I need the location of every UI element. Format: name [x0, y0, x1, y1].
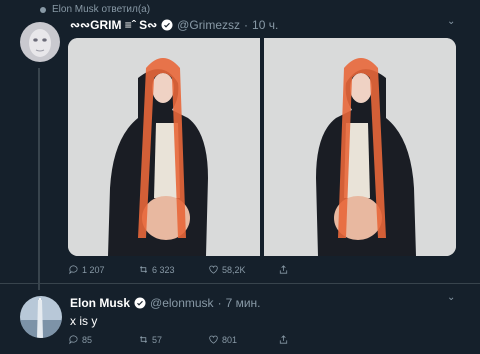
- tweet-time[interactable]: 10 ч.: [252, 18, 278, 32]
- avatar-grimes[interactable]: [20, 22, 60, 62]
- like-count: 801: [222, 334, 238, 345]
- reply-dot-icon: [40, 6, 46, 13]
- tweet-time[interactable]: 7 мин.: [226, 296, 261, 310]
- share-icon: [279, 265, 288, 274]
- reply-button[interactable]: 1 207: [68, 264, 138, 275]
- retweet-icon: [139, 266, 148, 273]
- separator: ·: [244, 18, 249, 32]
- thread-line: [38, 68, 40, 290]
- tweet1-actions: 1 207 6 323 58,2K: [68, 264, 348, 275]
- like-icon: [209, 265, 218, 274]
- like-button[interactable]: 801: [208, 334, 278, 345]
- avatar-elon[interactable]: [20, 296, 62, 338]
- reply-count: 1 207: [82, 264, 105, 275]
- reply-notice: Elon Musk ответил(а): [40, 4, 150, 15]
- reply-button[interactable]: 85: [68, 334, 138, 345]
- author-handle[interactable]: @elonmusk: [150, 296, 214, 310]
- tweet2-header: Elon Musk @elonmusk · 7 мин.: [70, 296, 260, 310]
- tweet1-header: ∾∾GRIM ≡ˆ S∾ @Grimezsz · 10 ч.: [70, 18, 278, 32]
- retweet-button[interactable]: 57: [138, 334, 208, 345]
- author-name[interactable]: Elon Musk: [70, 296, 130, 310]
- share-icon: [279, 335, 288, 344]
- separator: ·: [217, 296, 222, 310]
- photo-left[interactable]: [68, 38, 260, 256]
- verified-icon: [161, 19, 173, 31]
- share-button[interactable]: [278, 334, 348, 345]
- like-count: 58,2K: [222, 264, 246, 275]
- reply-count: 85: [82, 334, 93, 345]
- share-button[interactable]: [278, 264, 348, 275]
- author-handle[interactable]: @Grimezsz: [177, 18, 240, 32]
- author-name[interactable]: ∾∾GRIM ≡ˆ S∾: [70, 18, 157, 32]
- tweet2-actions: 85 57 801: [68, 334, 348, 345]
- reply-icon: [69, 265, 78, 275]
- like-icon: [209, 335, 218, 344]
- retweet-count: 6 323: [152, 264, 175, 275]
- photo-right[interactable]: [264, 38, 456, 256]
- verified-icon: [134, 297, 146, 309]
- retweet-count: 57: [152, 334, 163, 345]
- tweet1-media[interactable]: [68, 38, 456, 256]
- tweet-divider: [0, 283, 480, 284]
- retweet-button[interactable]: 6 323: [138, 264, 208, 275]
- chevron-down-icon[interactable]: ⌄: [447, 16, 455, 27]
- retweet-icon: [139, 336, 148, 343]
- like-button[interactable]: 58,2K: [208, 264, 278, 275]
- chevron-down-icon[interactable]: ⌄: [447, 292, 455, 303]
- tweet-text: x is y: [70, 314, 98, 328]
- reply-notice-text: Elon Musk ответил(а): [52, 4, 151, 15]
- reply-icon: [69, 335, 78, 345]
